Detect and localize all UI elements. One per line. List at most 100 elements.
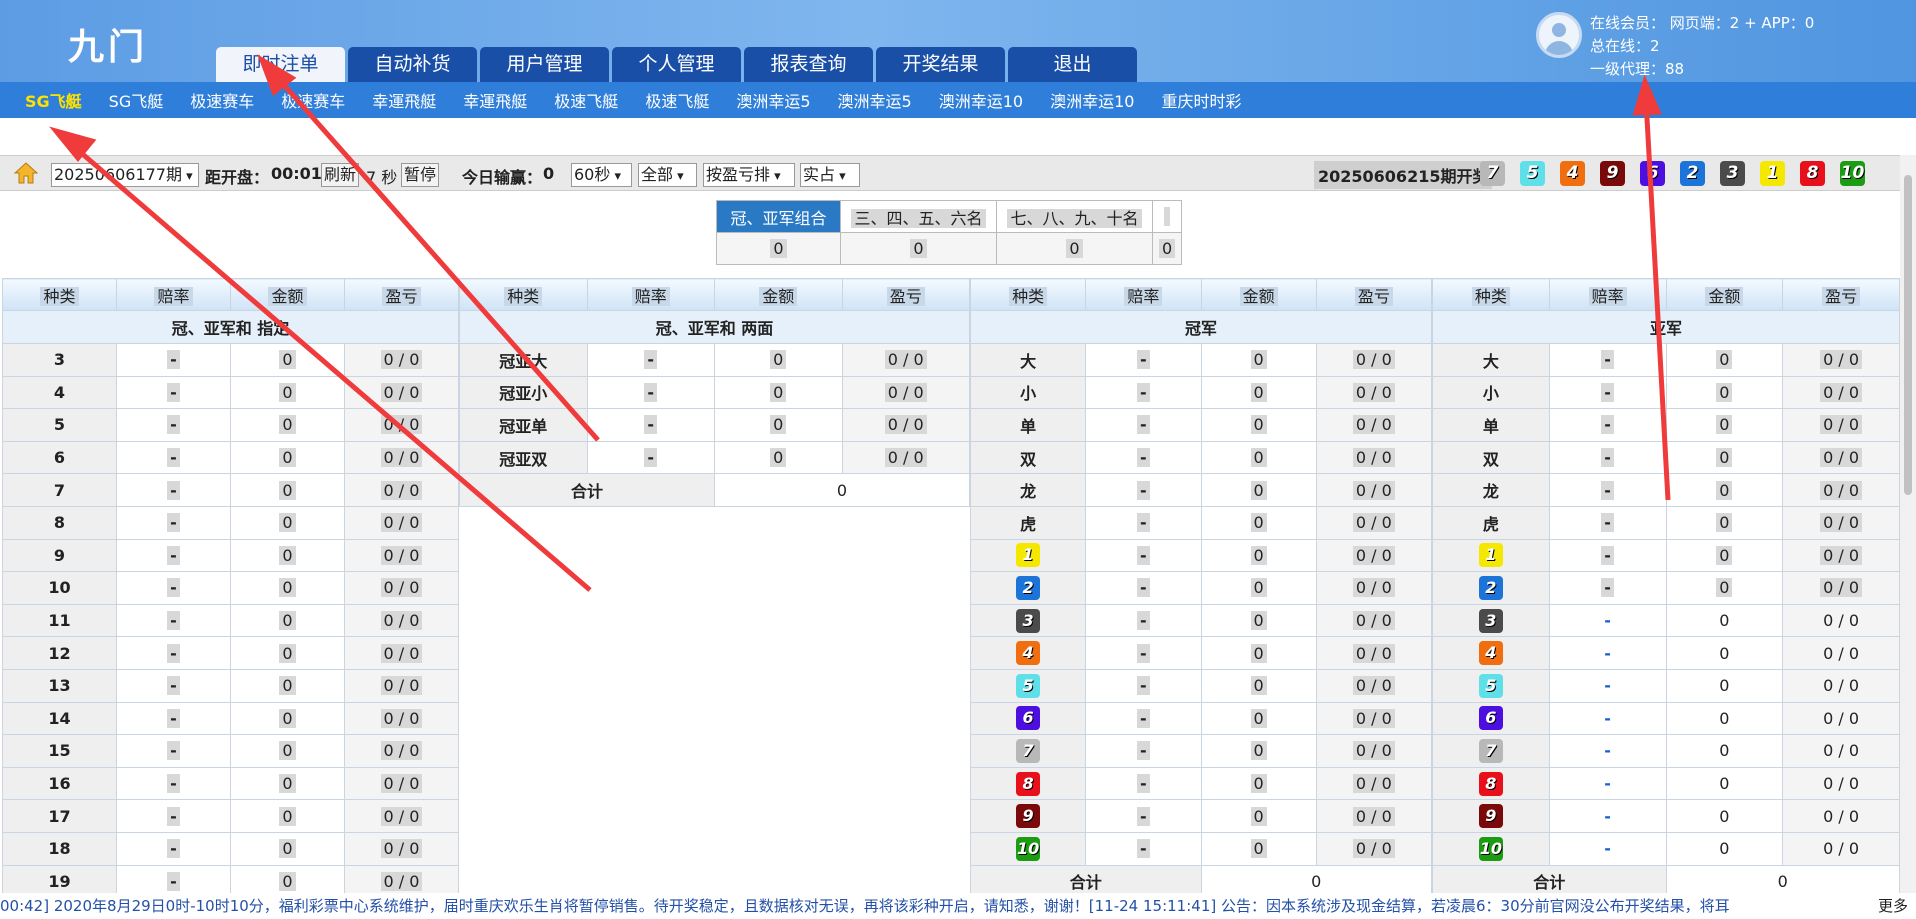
row-odds[interactable]: - <box>1085 408 1202 442</box>
row-odds[interactable]: - <box>116 734 231 768</box>
game-tab-4[interactable]: 幸運飛艇 <box>372 88 436 112</box>
row-amount[interactable]: 0 <box>1665 701 1784 736</box>
refresh-button[interactable]: 刷新 <box>321 163 360 187</box>
row-amount[interactable]: 0 <box>1200 440 1317 475</box>
summary-header[interactable]: 冠、亚军组合 <box>716 200 841 233</box>
row-amount[interactable]: 0 <box>1200 701 1317 736</box>
row-amount[interactable]: 0 <box>230 766 345 801</box>
row-odds[interactable]: - <box>1548 505 1667 540</box>
game-tab-7[interactable]: 极速飞艇 <box>645 88 709 112</box>
row-odds[interactable]: - <box>1085 538 1202 573</box>
more-link[interactable]: 更多 <box>1871 893 1908 919</box>
row-amount[interactable]: 0 <box>1665 734 1784 768</box>
row-amount[interactable]: 0 <box>230 375 345 410</box>
row-amount[interactable]: 0 <box>1200 734 1317 768</box>
row-amount[interactable]: 0 <box>230 636 345 670</box>
row-amount[interactable]: 0 <box>230 408 345 442</box>
row-amount[interactable]: 0 <box>230 505 345 540</box>
game-tab-1[interactable]: SG飞艇 <box>109 88 164 112</box>
row-odds[interactable]: - <box>116 799 231 833</box>
row-amount[interactable]: 0 <box>714 375 843 410</box>
row-odds[interactable]: - <box>116 701 231 736</box>
row-odds[interactable]: - <box>1548 701 1667 736</box>
pause-button[interactable]: 暂停 <box>401 163 440 187</box>
avatar[interactable] <box>1536 12 1582 58</box>
row-amount[interactable]: 0 <box>1200 473 1317 507</box>
row-odds[interactable]: - <box>586 408 715 442</box>
row-odds[interactable]: - <box>116 343 231 377</box>
row-amount[interactable]: 0 <box>230 734 345 768</box>
row-amount[interactable]: 0 <box>1665 831 1784 866</box>
row-odds[interactable]: - <box>1548 734 1667 768</box>
row-amount[interactable]: 0 <box>1665 408 1784 442</box>
game-tab-0[interactable]: SG飞艇 <box>25 88 82 112</box>
row-amount[interactable]: 0 <box>230 473 345 507</box>
sort-select[interactable]: 按盈亏排 <box>703 163 795 187</box>
row-odds[interactable]: - <box>1548 831 1667 866</box>
row-odds[interactable]: - <box>586 440 715 475</box>
tab-4[interactable]: 报表查询 <box>744 47 873 82</box>
row-odds[interactable]: - <box>1085 343 1202 377</box>
row-amount[interactable]: 0 <box>1200 408 1317 442</box>
game-tab-12[interactable]: 重庆时时彩 <box>1161 88 1241 112</box>
row-amount[interactable]: 0 <box>714 440 843 475</box>
row-odds[interactable]: - <box>1548 603 1667 638</box>
row-amount[interactable]: 0 <box>1200 571 1317 605</box>
row-odds[interactable]: - <box>1548 766 1667 801</box>
row-amount[interactable]: 0 <box>1665 343 1784 377</box>
row-odds[interactable]: - <box>1085 701 1202 736</box>
row-amount[interactable]: 0 <box>1665 668 1784 703</box>
row-amount[interactable]: 0 <box>1200 603 1317 638</box>
summary-header[interactable]: 三、四、五、六名 <box>840 200 997 233</box>
row-odds[interactable]: - <box>1548 571 1667 605</box>
period-select[interactable]: 20250606177期 <box>51 163 199 187</box>
summary-header[interactable] <box>1151 200 1183 233</box>
row-odds[interactable]: - <box>116 571 231 605</box>
row-odds[interactable]: - <box>116 473 231 507</box>
row-amount[interactable]: 0 <box>1200 668 1317 703</box>
row-amount[interactable]: 0 <box>1665 799 1784 833</box>
game-tab-6[interactable]: 极速飞艇 <box>554 88 618 112</box>
row-amount[interactable]: 0 <box>230 603 345 638</box>
row-amount[interactable]: 0 <box>1200 538 1317 573</box>
game-tab-5[interactable]: 幸運飛艇 <box>463 88 527 112</box>
row-odds[interactable]: - <box>1548 636 1667 670</box>
tab-0[interactable]: 即时注单 <box>216 47 345 83</box>
row-amount[interactable]: 0 <box>1200 375 1317 410</box>
row-amount[interactable]: 0 <box>1665 538 1784 573</box>
row-amount[interactable]: 0 <box>1665 473 1784 507</box>
row-amount[interactable]: 0 <box>1665 603 1784 638</box>
row-amount[interactable]: 0 <box>1200 505 1317 540</box>
row-odds[interactable]: - <box>1548 408 1667 442</box>
row-amount[interactable]: 0 <box>1665 505 1784 540</box>
tab-5[interactable]: 开奖结果 <box>876 47 1005 82</box>
row-odds[interactable]: - <box>116 440 231 475</box>
row-odds[interactable]: - <box>1085 766 1202 801</box>
row-odds[interactable]: - <box>116 408 231 442</box>
row-odds[interactable]: - <box>1085 831 1202 866</box>
row-amount[interactable]: 0 <box>1200 799 1317 833</box>
row-odds[interactable]: - <box>1085 505 1202 540</box>
game-tab-2[interactable]: 极速赛车 <box>190 88 254 112</box>
row-amount[interactable]: 0 <box>230 571 345 605</box>
game-tab-10[interactable]: 澳洲幸运10 <box>939 88 1023 112</box>
tab-3[interactable]: 个人管理 <box>612 47 741 82</box>
row-amount[interactable]: 0 <box>230 701 345 736</box>
row-odds[interactable]: - <box>586 375 715 410</box>
scrollbar[interactable] <box>1900 155 1916 893</box>
row-amount[interactable]: 0 <box>1200 766 1317 801</box>
row-amount[interactable]: 0 <box>1665 375 1784 410</box>
row-odds[interactable]: - <box>1085 799 1202 833</box>
row-odds[interactable]: - <box>1085 603 1202 638</box>
row-odds[interactable]: - <box>116 766 231 801</box>
row-odds[interactable]: - <box>1085 571 1202 605</box>
row-amount[interactable]: 0 <box>714 343 843 377</box>
row-odds[interactable]: - <box>1548 343 1667 377</box>
row-odds[interactable]: - <box>1548 375 1667 410</box>
row-odds[interactable]: - <box>116 505 231 540</box>
row-odds[interactable]: - <box>1548 440 1667 475</box>
row-odds[interactable]: - <box>1548 473 1667 507</box>
tab-1[interactable]: 自动补货 <box>348 47 477 82</box>
row-odds[interactable]: - <box>586 343 715 377</box>
row-odds[interactable]: - <box>116 636 231 670</box>
